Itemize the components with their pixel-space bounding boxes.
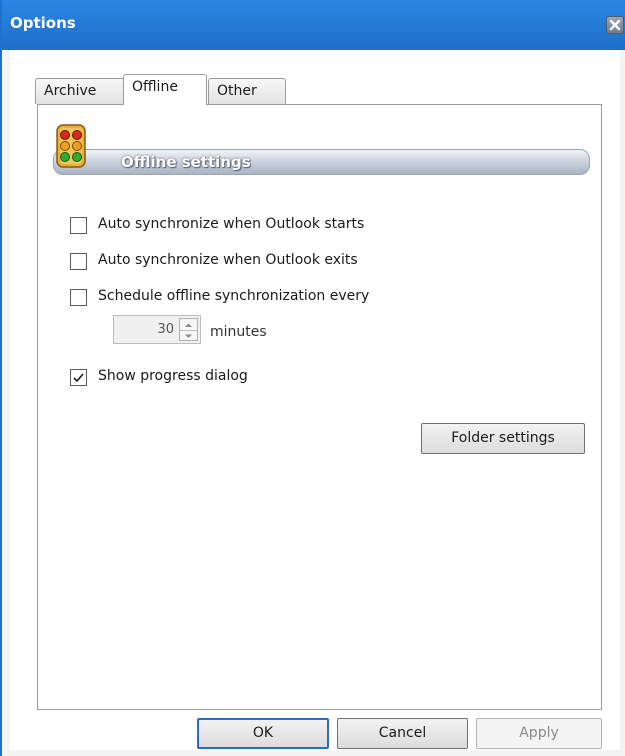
stepper-buttons xyxy=(179,318,198,341)
auto-sync-start-checkbox[interactable] xyxy=(70,217,87,234)
ok-label: OK xyxy=(252,725,274,741)
tab-other-label: Other xyxy=(217,83,257,99)
section-title: Offline settings xyxy=(121,153,251,171)
checkmark-icon xyxy=(73,373,84,383)
traffic-light-icon xyxy=(56,124,86,168)
tab-archive[interactable]: Archive xyxy=(35,78,125,104)
tab-other[interactable]: Other xyxy=(208,78,286,104)
title-bar[interactable]: Options xyxy=(2,0,625,50)
folder-settings-label: Folder settings xyxy=(451,430,555,446)
schedule-interval-value: 30 xyxy=(157,322,174,337)
stepper-down-button[interactable] xyxy=(180,330,197,341)
show-progress-label: Show progress dialog xyxy=(98,368,248,384)
folder-settings-button[interactable]: Folder settings xyxy=(421,423,585,454)
auto-sync-exit-checkbox[interactable] xyxy=(70,253,87,270)
schedule-interval-stepper[interactable]: 30 xyxy=(113,315,201,344)
tab-offline[interactable]: Offline xyxy=(123,74,207,105)
tab-archive-label: Archive xyxy=(44,83,97,99)
section-header: Offline settings xyxy=(53,149,590,175)
auto-sync-exit-label: Auto synchronize when Outlook exits xyxy=(98,252,358,268)
auto-sync-start-label: Auto synchronize when Outlook starts xyxy=(98,216,365,232)
tab-offline-label: Offline xyxy=(132,79,178,95)
minutes-label: minutes xyxy=(210,324,267,340)
apply-button[interactable]: Apply xyxy=(476,718,602,749)
apply-label: Apply xyxy=(519,725,559,741)
ok-button[interactable]: OK xyxy=(197,718,329,749)
cancel-button[interactable]: Cancel xyxy=(337,718,468,749)
chevron-down-icon xyxy=(185,334,192,338)
schedule-sync-checkbox[interactable] xyxy=(70,289,87,306)
schedule-sync-label: Schedule offline synchronization every xyxy=(98,288,370,304)
options-dialog: Options Archive Offline Other Offline se xyxy=(0,0,625,756)
close-button[interactable] xyxy=(606,16,624,34)
offline-settings-panel: Offline settings Auto synchronize when O… xyxy=(37,104,602,710)
close-icon xyxy=(609,19,621,31)
cancel-label: Cancel xyxy=(378,725,427,741)
window-title: Options xyxy=(10,14,76,32)
show-progress-checkbox[interactable] xyxy=(70,369,87,386)
